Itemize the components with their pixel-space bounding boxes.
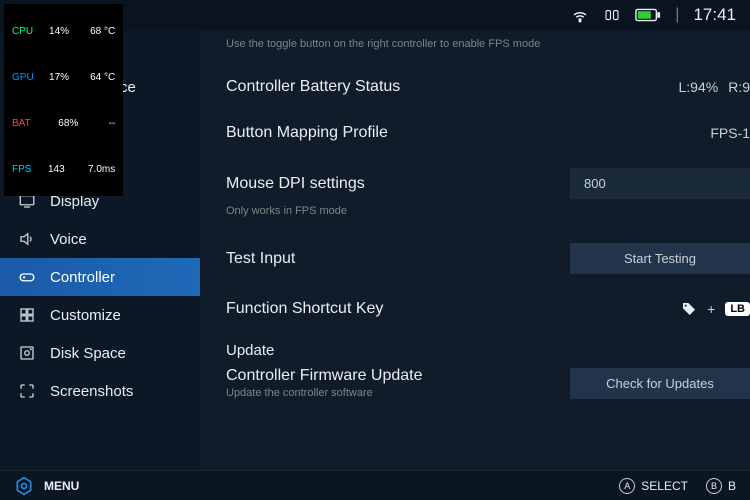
row-test-input: Test Input Start Testing	[226, 231, 750, 286]
controller-icon	[18, 268, 36, 286]
sidebar-item-diskspace[interactable]: Disk Space	[0, 334, 200, 372]
fw-sub: Update the controller software	[226, 387, 423, 399]
sidebar-item-label: Customize	[50, 307, 121, 324]
menu-button[interactable]: MENU	[14, 476, 79, 496]
sidebar-item-voice[interactable]: Voice	[0, 220, 200, 258]
bottom-bar: MENU ASELECT BB	[0, 470, 750, 500]
settings-content: Use the toggle button on the right contr…	[200, 30, 750, 470]
fps-mode-hint: Use the toggle button on the right contr…	[226, 38, 750, 50]
wifi-icon	[571, 6, 589, 24]
shortcut-label: Function Shortcut Key	[226, 300, 383, 318]
test-input-label: Test Input	[226, 250, 295, 268]
start-testing-button[interactable]: Start Testing	[570, 243, 750, 274]
sidebar-item-label: Voice	[50, 231, 87, 248]
dpi-value-box[interactable]: 800	[570, 168, 750, 199]
menu-label: MENU	[44, 479, 79, 493]
dpi-label: Mouse DPI settings	[226, 175, 365, 193]
performance-overlay: CPU14%68 °C GPU17%64 °C BAT68%-- FPS1437…	[4, 4, 123, 196]
battery-icon	[635, 6, 661, 24]
tag-icon	[681, 301, 697, 317]
disk-icon	[18, 344, 36, 362]
update-section-header: Update	[226, 342, 750, 359]
b-button-hint: BB	[706, 478, 736, 494]
row-firmware-update: Controller Firmware Update Update the co…	[226, 363, 750, 411]
a-button-hint: ASELECT	[619, 478, 688, 494]
sidebar-item-label: Screenshots	[50, 383, 133, 400]
dpi-hint: Only works in FPS mode	[226, 205, 750, 217]
battery-l-value: L:94%	[679, 79, 719, 95]
sidebar-item-label: Disk Space	[50, 345, 126, 362]
hex-icon	[14, 476, 34, 496]
sidebar-item-screenshots[interactable]: Screenshots	[0, 372, 200, 410]
sidebar-item-customize[interactable]: Customize	[0, 296, 200, 334]
screenshot-icon	[18, 382, 36, 400]
battery-status-label: Controller Battery Status	[226, 78, 400, 96]
customize-icon	[18, 306, 36, 324]
sidebar-item-controller[interactable]: Controller	[0, 258, 200, 296]
fw-label: Controller Firmware Update	[226, 367, 423, 385]
controller-status-icon	[603, 6, 621, 24]
status-bar: | 17:41	[557, 0, 750, 30]
row-battery-status[interactable]: Controller Battery Status L:94% R:9	[226, 64, 750, 110]
check-updates-button[interactable]: Check for Updates	[570, 368, 750, 399]
mapping-label: Button Mapping Profile	[226, 124, 388, 142]
row-button-mapping[interactable]: Button Mapping Profile FPS-1	[226, 110, 750, 156]
battery-r-value: R:9	[728, 79, 750, 95]
row-shortcut[interactable]: Function Shortcut Key + LB	[226, 286, 750, 332]
mapping-value: FPS-1	[710, 125, 750, 141]
shortcut-key-badge: LB	[725, 302, 750, 316]
speaker-icon	[18, 230, 36, 248]
clock: 17:41	[693, 5, 736, 25]
sidebar-item-label: Controller	[50, 269, 115, 286]
row-dpi[interactable]: Mouse DPI settings 800	[226, 156, 750, 211]
shortcut-plus: +	[707, 301, 715, 317]
